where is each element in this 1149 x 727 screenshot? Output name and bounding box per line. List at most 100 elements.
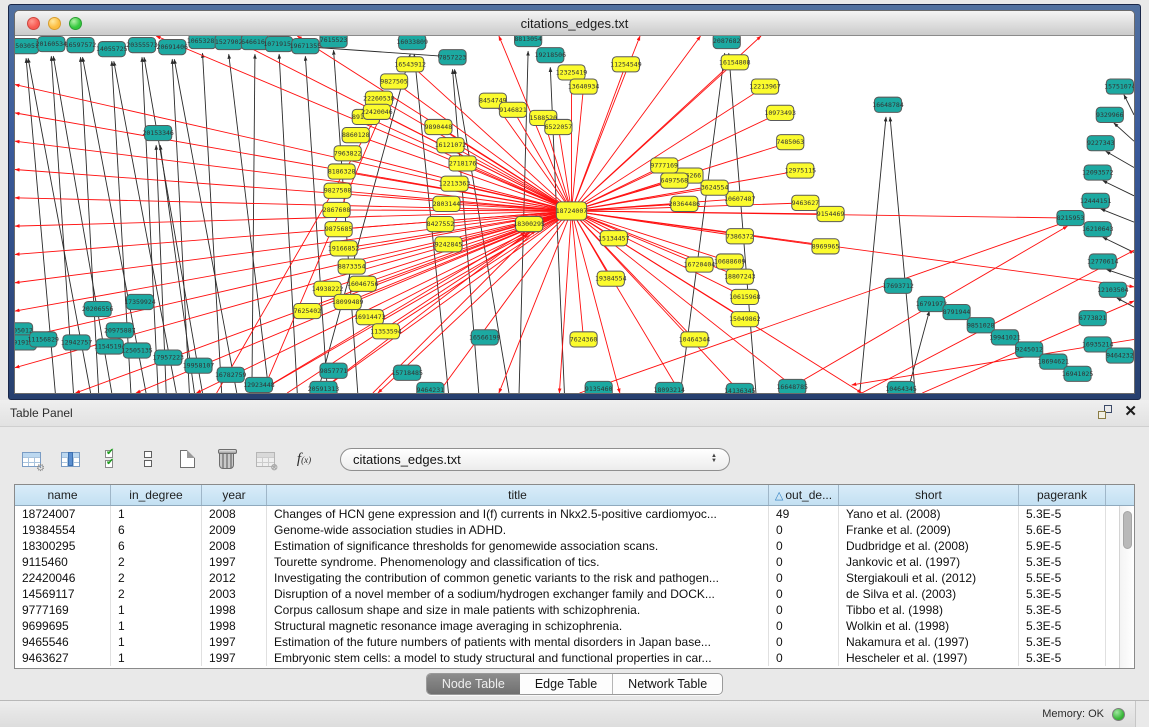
table-row[interactable]: 1830029562008Estimation of significance … (15, 538, 1134, 554)
table-cell[interactable]: 9465546 (15, 634, 111, 650)
table-options-button[interactable]: ⚙ (16, 444, 46, 474)
graph-node[interactable]: 8215953 (1057, 210, 1085, 225)
graph-node[interactable]: 19958107 (183, 358, 215, 373)
table-cell[interactable]: 19384554 (15, 522, 111, 538)
table-cell[interactable]: 1998 (202, 602, 267, 618)
table-cell[interactable]: 2003 (202, 586, 267, 602)
graph-node[interactable]: 8427552 (427, 217, 455, 232)
table-cell[interactable]: 0 (769, 586, 839, 602)
graph-node[interactable]: 20691406 (157, 40, 189, 55)
graph-node[interactable]: 10464345 (885, 381, 917, 393)
table-cell[interactable]: 49 (769, 506, 839, 522)
close-window-icon[interactable] (27, 17, 40, 30)
table-cell[interactable]: 5.3E-5 (1019, 554, 1106, 570)
graph-node[interactable]: 7615523 (320, 36, 348, 48)
delete-column-button[interactable] (211, 444, 241, 474)
graph-node[interactable]: 8186328 (328, 164, 356, 179)
graph-node[interactable]: 12103504 (1097, 282, 1129, 297)
table-cell[interactable]: 2008 (202, 538, 267, 554)
column-header-year[interactable]: year (202, 485, 267, 505)
graph-node[interactable]: 6522057 (545, 119, 573, 134)
table-cell[interactable]: 1 (111, 634, 202, 650)
table-cell[interactable]: 2009 (202, 522, 267, 538)
table-cell[interactable]: 5.3E-5 (1019, 650, 1106, 666)
tab-network-table[interactable]: Network Table (612, 674, 722, 694)
table-cell[interactable]: Corpus callosum shape and size in male p… (267, 602, 769, 618)
graph-node[interactable]: 2718176 (449, 156, 477, 171)
graph-node[interactable]: 9851028 (967, 318, 995, 333)
memory-ok-icon[interactable] (1112, 708, 1125, 721)
graph-node[interactable]: 9146821 (499, 102, 527, 117)
graph-node[interactable]: 9827505 (380, 74, 408, 89)
graph-node[interactable]: 15049862 (729, 312, 761, 327)
column-header-out_de[interactable]: △out_de... (769, 485, 839, 505)
graph-node[interactable]: 9464232 (1106, 348, 1134, 363)
table-cell[interactable]: 5.6E-5 (1019, 522, 1106, 538)
graph-node[interactable]: 9827508 (324, 183, 352, 198)
table-cell[interactable]: Tibbo et al. (1998) (839, 602, 1019, 618)
table-cell[interactable]: 0 (769, 634, 839, 650)
graph-node[interactable]: 12093572 (1082, 165, 1114, 180)
graph-node[interactable]: 17359924 (124, 294, 156, 309)
table-cell[interactable]: Yano et al. (2008) (839, 506, 1019, 522)
column-header-name[interactable]: name (15, 485, 111, 505)
table-cell[interactable]: Hescheler et al. (1997) (839, 650, 1019, 666)
table-cell[interactable]: 1997 (202, 634, 267, 650)
graph-node[interactable]: 8813054 (514, 36, 542, 47)
table-cell[interactable]: de Silva et al. (2003) (839, 586, 1019, 602)
graph-node[interactable]: 16914473 (354, 310, 386, 325)
table-cell[interactable]: Jankovic et al. (1997) (839, 554, 1019, 570)
close-panel-icon[interactable]: ✕ (1124, 405, 1137, 419)
graph-node[interactable]: 13640934 (568, 79, 600, 94)
zoom-window-icon[interactable] (69, 17, 82, 30)
graph-node[interactable]: 16597572 (65, 38, 97, 53)
graph-node[interactable]: 6497568 (661, 173, 689, 188)
table-row[interactable]: 911546021997Tourette syndrome. Phenomeno… (15, 554, 1134, 570)
table-cell[interactable]: 5.3E-5 (1019, 586, 1106, 602)
table-cell[interactable]: 5.3E-5 (1019, 602, 1106, 618)
table-cell[interactable]: 0 (769, 522, 839, 538)
table-cell[interactable]: 5.3E-5 (1019, 618, 1106, 634)
graph-node[interactable]: 10653287 (187, 36, 219, 49)
network-canvas[interactable]: 8503051201605341659757214055725203555732… (15, 36, 1134, 393)
graph-node[interactable]: 20160534 (36, 37, 68, 52)
table-cell[interactable]: 18724007 (15, 506, 111, 522)
table-cell[interactable]: Nakamura et al. (1997) (839, 634, 1019, 650)
graph-node[interactable]: 9242845 (435, 237, 463, 252)
table-selector-dropdown[interactable]: citations_edges.txt ▲▼ (340, 448, 730, 471)
table-cell[interactable]: 0 (769, 650, 839, 666)
graph-node[interactable]: 16543912 (394, 57, 426, 72)
table-cell[interactable]: 9777169 (15, 602, 111, 618)
table-cell[interactable]: 9699695 (15, 618, 111, 634)
graph-node[interactable]: 2803144 (433, 196, 461, 211)
graph-node[interactable]: 2867608 (323, 202, 351, 217)
vertical-scrollbar[interactable] (1119, 506, 1134, 668)
tab-edge-table[interactable]: Edge Table (520, 674, 612, 694)
graph-node[interactable]: 2087682 (713, 36, 741, 49)
graph-node[interactable]: 10615968 (729, 289, 761, 304)
graph-node[interactable]: 11156829 (27, 332, 59, 347)
table-row[interactable]: 2242004622012Investigating the contribut… (15, 570, 1134, 586)
table-cell[interactable]: 5.5E-5 (1019, 570, 1106, 586)
graph-node[interactable]: 7624360 (570, 332, 598, 347)
graph-node[interactable]: 16046756 (347, 276, 379, 291)
new-table-button[interactable] (172, 444, 202, 474)
table-row[interactable]: 1938455462009Genome-wide association stu… (15, 522, 1134, 538)
graph-node[interactable]: 16648785 (777, 379, 809, 393)
graph-node[interactable]: 10607487 (724, 191, 756, 206)
table-cell[interactable]: Changes of HCN gene expression and I(f) … (267, 506, 769, 522)
graph-node[interactable]: 9890448 (425, 119, 453, 134)
table-cell[interactable]: 1997 (202, 554, 267, 570)
graph-node[interactable]: 18300295 (513, 217, 545, 232)
graph-node[interactable]: 10973493 (764, 105, 796, 120)
graph-node[interactable]: 19384554 (595, 271, 627, 286)
table-cell[interactable]: Structural magnetic resonance image aver… (267, 618, 769, 634)
table-cell[interactable]: 1 (111, 618, 202, 634)
column-header-short[interactable]: short (839, 485, 1019, 505)
row-height-button[interactable] (133, 444, 163, 474)
table-cell[interactable]: 1998 (202, 618, 267, 634)
table-cell[interactable]: 9463627 (15, 650, 111, 666)
graph-node[interactable]: 20591313 (308, 381, 340, 393)
graph-node[interactable]: 16720404 (684, 257, 716, 272)
graph-node[interactable]: 9777169 (650, 158, 678, 173)
